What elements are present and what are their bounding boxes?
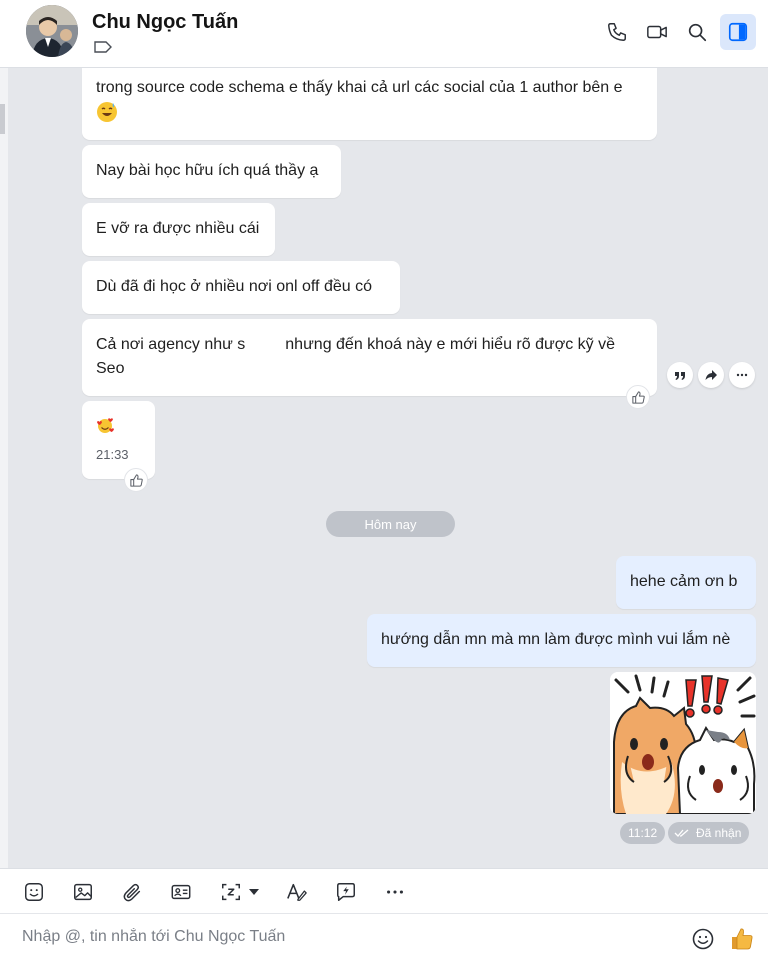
thumbs-up-icon <box>631 390 645 404</box>
like-button[interactable] <box>124 468 148 492</box>
double-check-icon <box>674 829 689 837</box>
screenshot-icon[interactable] <box>218 879 244 905</box>
thumbs-up-icon <box>129 473 143 487</box>
shocked-cats-sticker[interactable] <box>610 672 756 814</box>
smiling-hearts-emoji <box>97 418 114 433</box>
image-icon[interactable] <box>70 879 96 905</box>
video-icon[interactable] <box>641 16 673 48</box>
message-bubble[interactable]: Dù đã đi học ở nhiều nơi onl off đều có <box>82 261 400 314</box>
quote-icon <box>675 372 685 380</box>
chevron-down-icon[interactable] <box>246 879 262 905</box>
message-bubble[interactable]: Cả nơi agency như s nhưng đến khoá này e … <box>82 319 657 396</box>
like-button[interactable] <box>626 385 650 409</box>
message-bubble[interactable]: Nay bài học hữu ích quá thầy ạ <box>82 145 341 198</box>
sweat-smile-emoji <box>97 101 117 122</box>
more-tools-icon[interactable] <box>382 879 408 905</box>
message-bubble[interactable]: E vỡ ra được nhiều cái <box>82 203 275 256</box>
quick-message-icon[interactable] <box>333 879 359 905</box>
message-bubble[interactable]: trong source code schema e thấy khai cả … <box>82 68 657 140</box>
message-text: E vỡ ra được nhiều cái <box>96 220 260 237</box>
conversation-list-edge <box>0 68 8 868</box>
date-divider: Hôm nay <box>326 511 455 537</box>
emoji-icon[interactable] <box>690 926 716 952</box>
contact-card-icon[interactable] <box>168 879 194 905</box>
message-text: Dù đã đi học ở nhiều nơi onl off đều có <box>96 278 372 295</box>
message-text-part1: Cả nơi agency như s <box>96 336 246 353</box>
composer-toolbar <box>0 868 768 914</box>
thumbs-up-send-icon[interactable] <box>729 926 755 952</box>
outgoing-message-bubble[interactable]: hướng dẫn mn mà mn làm được mình vui lắm… <box>367 614 756 667</box>
sticker-icon[interactable] <box>21 879 47 905</box>
contact-name[interactable]: Chu Ngọc Tuấn <box>92 11 238 34</box>
avatar[interactable] <box>26 5 78 57</box>
delivery-status-text: Đã nhận <box>696 826 742 840</box>
forward-button[interactable] <box>698 362 724 388</box>
more-options-button[interactable] <box>729 362 755 388</box>
message-text: trong source code schema e thấy khai cả … <box>96 79 623 96</box>
text-format-icon[interactable] <box>284 879 310 905</box>
message-time: 21:33 <box>96 447 129 462</box>
delivery-status: Đã nhận <box>668 822 750 844</box>
message-text: hehe cảm ơn b <box>630 573 738 590</box>
sidebar-toggle-icon[interactable] <box>720 14 756 50</box>
chat-header: Chu Ngọc Tuấn <box>0 0 768 68</box>
outgoing-message-bubble[interactable]: hehe cảm ơn b <box>616 556 756 609</box>
tag-icon[interactable] <box>94 41 112 53</box>
message-text: Nay bài học hữu ích quá thầy ạ <box>96 162 319 179</box>
message-bubble[interactable]: 21:33 <box>82 401 155 479</box>
sticker-time: 11:12 <box>620 822 666 844</box>
quote-button[interactable] <box>667 362 693 388</box>
message-input[interactable] <box>22 922 662 952</box>
ellipsis-icon <box>736 373 748 377</box>
forward-icon <box>705 370 717 380</box>
phone-icon[interactable] <box>601 16 633 48</box>
message-composer <box>0 914 768 960</box>
message-text: hướng dẫn mn mà mn làm được mình vui lắm… <box>381 631 731 648</box>
search-icon[interactable] <box>681 16 713 48</box>
attachment-icon[interactable] <box>119 879 145 905</box>
scrollbar-thumb[interactable] <box>0 104 5 134</box>
